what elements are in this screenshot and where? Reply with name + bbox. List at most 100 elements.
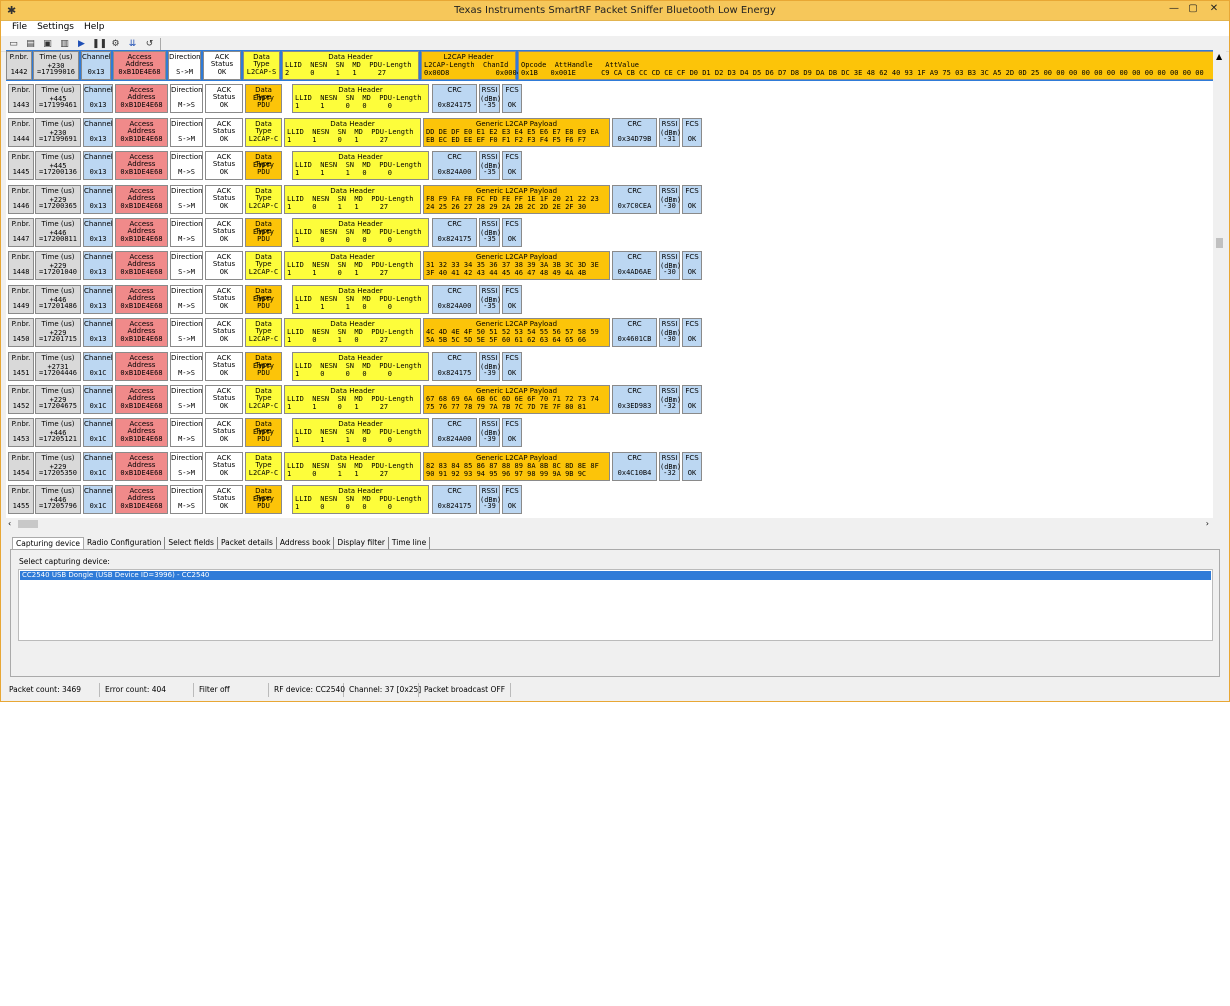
data-header-cell[interactable]: Data Header LLID NESN SN MD PDU-Length 1 1… [292, 284, 429, 314]
packet-number-cell[interactable]: P.nbr. 1449 [8, 284, 34, 314]
time-cell[interactable]: Time (us) +446 =17205121 [35, 418, 81, 448]
rssi-cell[interactable]: RSSI (dBm) -32 [659, 385, 681, 414]
data-header-cell[interactable]: Data Header LLID NESN SN MD PDU-Length 1 0… [292, 351, 429, 381]
crc-cell[interactable]: CRC 0x4C10B4 [612, 451, 657, 481]
rssi-cell[interactable]: RSSI (dBm) -30 [659, 251, 681, 281]
fcs-cell[interactable]: FCS OK [502, 284, 522, 314]
ack-status-cell[interactable]: ACK Status OK [205, 251, 243, 281]
ack-status-cell[interactable]: ACK Status OK [205, 184, 243, 214]
packet-number-cell[interactable]: P.nbr. 1442 [6, 51, 32, 80]
ack-status-cell[interactable]: ACK Status OK [205, 151, 243, 181]
ack-status-cell[interactable]: ACK Status OK [205, 84, 243, 114]
direction-cell[interactable]: Direction S->M [170, 451, 203, 481]
new-icon[interactable]: ▭ [7, 38, 20, 50]
time-cell[interactable]: Time (us) +229 =17201715 [35, 318, 81, 348]
table-row[interactable]: P.nbr. 1442 Time (us) +230 =17199016 Channel 0… [6, 50, 1214, 81]
vertical-scrollbar[interactable]: ▲ [1213, 50, 1226, 518]
data-type-cell[interactable]: Data Type Empty PDU [245, 418, 282, 448]
ack-status-cell[interactable]: ACK Status OK [205, 485, 243, 515]
time-cell[interactable]: Time (us) +229 =17200365 [35, 184, 81, 214]
access-address-cell[interactable]: Access Address 0xB1DE4E68 [115, 184, 168, 214]
fcs-cell[interactable]: FCS OK [502, 351, 522, 381]
data-header-cell[interactable]: Data Header LLID NESN SN MD PDU-Length 1 1… [284, 117, 421, 147]
data-header-cell[interactable]: Data Header LLID NESN SN MD PDU-Length 1 1… [292, 84, 429, 114]
rssi-cell[interactable]: RSSI (dBm) -35 [479, 284, 501, 314]
packet-number-cell[interactable]: P.nbr. 1443 [8, 84, 34, 114]
payload-cell[interactable]: Generic L2CAP Payload 31 32 33 34 35 36 3… [423, 251, 610, 281]
time-cell[interactable]: Time (us) +446 =17201486 [35, 284, 81, 314]
access-address-cell[interactable]: Access Address 0xB1DE4E68 [115, 485, 168, 515]
menu-settings[interactable]: Settings [32, 21, 79, 36]
horizontal-scroll-thumb[interactable] [18, 520, 38, 528]
access-address-cell[interactable]: Access Address 0xB1DE4E68 [113, 51, 166, 80]
crc-cell[interactable]: CRC 0x34D79B [612, 117, 657, 147]
direction-cell[interactable]: Direction M->S [170, 84, 203, 114]
payload-cell[interactable]: Generic L2CAP Payload F8 F9 FA FB FC FD F… [423, 184, 610, 214]
time-cell[interactable]: Time (us) +230 =17199691 [35, 117, 81, 147]
crc-cell[interactable]: CRC 0x4601CB [612, 318, 657, 348]
crc-cell[interactable]: CRC 0x824175 [432, 485, 477, 515]
rssi-cell[interactable]: RSSI (dBm) -39 [479, 418, 501, 448]
minimize-button[interactable]: — [1166, 3, 1182, 17]
save-icon[interactable]: ▣ [41, 38, 54, 50]
start-icon[interactable]: ▶ [75, 38, 88, 50]
ack-status-cell[interactable]: ACK Status OK [205, 418, 243, 448]
data-header-cell[interactable]: Data Header LLID NESN SN MD PDU-Length 1 0… [284, 184, 421, 214]
access-address-cell[interactable]: Access Address 0xB1DE4E68 [115, 351, 168, 381]
data-type-cell[interactable]: Data Type L2CAP-C [245, 251, 282, 281]
packet-number-cell[interactable]: P.nbr. 1446 [8, 184, 34, 214]
ack-status-cell[interactable]: ACK Status OK [205, 218, 243, 247]
ack-status-cell[interactable]: ACK Status OK [205, 318, 243, 348]
direction-cell[interactable]: Direction S->M [170, 385, 203, 414]
access-address-cell[interactable]: Access Address 0xB1DE4E68 [115, 451, 168, 481]
rssi-cell[interactable]: RSSI (dBm) -35 [479, 84, 501, 114]
packet-number-cell[interactable]: P.nbr. 1450 [8, 318, 34, 348]
tab-select-fields[interactable]: Select fields [165, 537, 218, 549]
tab-capturing-device[interactable]: Capturing device [12, 537, 84, 549]
scroll-icon[interactable]: ⇊ [126, 38, 139, 50]
data-header-cell[interactable]: Data Header LLID NESN SN MD PDU-Length 1 0… [292, 218, 429, 247]
tab-display-filter[interactable]: Display filter [334, 537, 389, 549]
crc-cell[interactable]: CRC 0x824A00 [432, 284, 477, 314]
clear-icon[interactable]: ↺ [143, 38, 156, 50]
device-item[interactable]: CC2540 USB Dongle (USB Device ID=3996) -… [20, 571, 1211, 580]
access-address-cell[interactable]: Access Address 0xB1DE4E68 [115, 318, 168, 348]
packet-list[interactable]: P.nbr. 1442 Time (us) +230 =17199016 Channel 0… [6, 50, 1216, 518]
rssi-cell[interactable]: RSSI (dBm) -39 [479, 485, 501, 515]
channel-cell[interactable]: Channel 0x13 [83, 251, 113, 281]
rssi-cell[interactable]: RSSI (dBm) -35 [479, 218, 501, 247]
data-header-cell[interactable]: Data Header LLID NESN SN MD PDU-Length 1 1… [284, 385, 421, 414]
time-cell[interactable]: Time (us) +229 =17205350 [35, 451, 81, 481]
data-header-cell[interactable]: Data Header LLID NESN SN MD PDU-Length 1 1… [292, 151, 429, 181]
menu-file[interactable]: File [7, 21, 32, 36]
channel-cell[interactable]: Channel 0x13 [81, 51, 111, 80]
crc-cell[interactable]: CRC 0x824A00 [432, 151, 477, 181]
data-header-cell[interactable]: Data Header LLID NESN SN MD PDU-Length 1 1… [292, 418, 429, 448]
packet-number-cell[interactable]: P.nbr. 1454 [8, 451, 34, 481]
access-address-cell[interactable]: Access Address 0xB1DE4E68 [115, 84, 168, 114]
channel-cell[interactable]: Channel 0x13 [83, 84, 113, 114]
direction-cell[interactable]: Direction M->S [170, 284, 203, 314]
direction-cell[interactable]: Direction S->M [170, 184, 203, 214]
crc-cell[interactable]: CRC 0x824175 [432, 84, 477, 114]
rssi-cell[interactable]: RSSI (dBm) -39 [479, 351, 501, 381]
rssi-cell[interactable]: RSSI (dBm) -30 [659, 184, 681, 214]
channel-cell[interactable]: Channel 0x1C [83, 418, 113, 448]
payload-cell[interactable]: Generic L2CAP Payload 82 83 84 85 86 87 8… [423, 451, 610, 481]
fcs-cell[interactable]: FCS OK [502, 418, 522, 448]
channel-cell[interactable]: Channel 0x13 [83, 184, 113, 214]
tab-time-line[interactable]: Time line [389, 537, 431, 549]
time-cell[interactable]: Time (us) +446 =17205796 [35, 485, 81, 515]
data-header-cell[interactable]: Data Header LLID NESN SN MD PDU-Length 1 0… [292, 485, 429, 515]
access-address-cell[interactable]: Access Address 0xB1DE4E68 [115, 418, 168, 448]
rssi-cell[interactable]: RSSI (dBm) -30 [659, 318, 681, 348]
data-header-cell[interactable]: Data Header LLID NESN SN MD PDU-Length 1 1… [284, 251, 421, 281]
crc-cell[interactable]: CRC 0x824175 [432, 218, 477, 247]
menu-help[interactable]: Help [79, 21, 110, 36]
ack-status-cell[interactable]: ACK Status OK [205, 451, 243, 481]
rssi-cell[interactable]: RSSI (dBm) -35 [479, 151, 501, 181]
time-cell[interactable]: Time (us) +445 =17199461 [35, 84, 81, 114]
data-type-cell[interactable]: Data Type Empty PDU [245, 84, 282, 114]
packet-number-cell[interactable]: P.nbr. 1445 [8, 151, 34, 181]
close-button[interactable]: ✕ [1206, 3, 1222, 17]
